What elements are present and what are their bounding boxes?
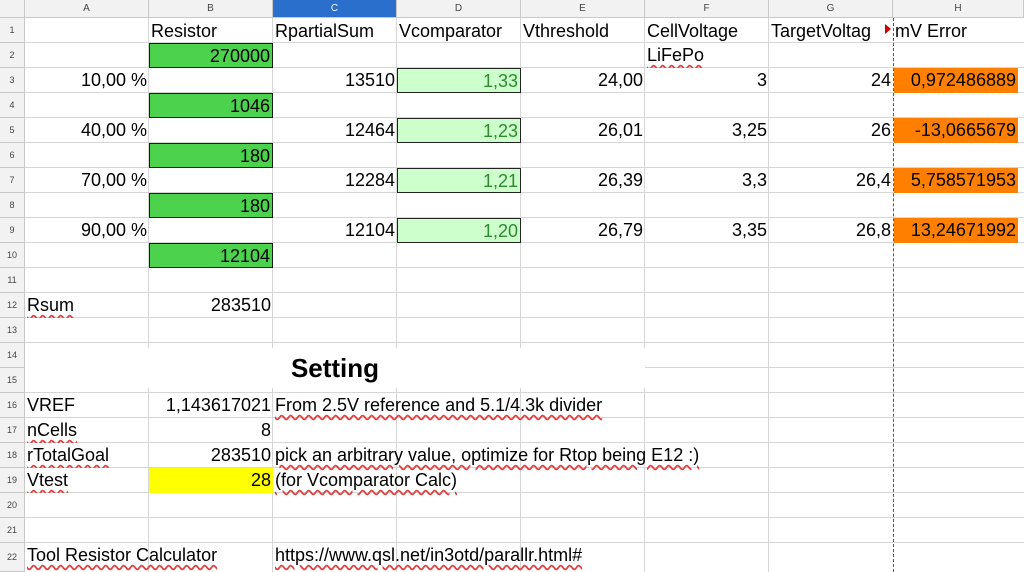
cell-c1[interactable]: RpartialSum bbox=[273, 19, 397, 43]
cell-e1[interactable]: Vthreshold bbox=[521, 19, 645, 43]
cell-f5[interactable]: 3,25 bbox=[645, 118, 769, 143]
cell-e3[interactable]: 24,00 bbox=[521, 68, 645, 93]
cell-e5[interactable]: 26,01 bbox=[521, 118, 645, 143]
row-header-6[interactable]: 6 bbox=[0, 143, 25, 168]
cell-b6[interactable]: 180 bbox=[149, 143, 273, 168]
cell-g1[interactable]: TargetVoltag bbox=[769, 19, 893, 43]
cell-a18[interactable]: rTotalGoal bbox=[27, 445, 109, 465]
row-header-8[interactable]: 8 bbox=[0, 193, 25, 218]
cell-b4[interactable]: 1046 bbox=[149, 93, 273, 118]
row-header-18[interactable]: 18 bbox=[0, 443, 25, 468]
row-header-9[interactable]: 9 bbox=[0, 218, 25, 243]
cell-b17[interactable]: 8 bbox=[149, 418, 273, 443]
row-header-2[interactable]: 2 bbox=[0, 43, 25, 68]
cell-b2[interactable]: 270000 bbox=[149, 43, 273, 68]
cell-d3[interactable]: 1,33 bbox=[397, 68, 521, 93]
cell-f7[interactable]: 3,3 bbox=[645, 168, 769, 193]
column-header-d[interactable]: D bbox=[397, 0, 521, 18]
setting-title[interactable]: Setting bbox=[25, 348, 645, 388]
cell-g3[interactable]: 24 bbox=[769, 68, 893, 93]
cell-a12[interactable]: Rsum bbox=[27, 295, 74, 315]
cell-b19[interactable]: 28 bbox=[149, 468, 273, 493]
row-header-4[interactable]: 4 bbox=[0, 93, 25, 118]
cell-d9[interactable]: 1,20 bbox=[397, 218, 521, 243]
row-header-11[interactable]: 11 bbox=[0, 268, 25, 293]
overflow-arrow-icon bbox=[885, 24, 891, 34]
cell-g5[interactable]: 26 bbox=[769, 118, 893, 143]
cell-h7[interactable]: 5,758571953 bbox=[894, 168, 1018, 193]
row-header-7[interactable]: 7 bbox=[0, 168, 25, 193]
cell-b8[interactable]: 180 bbox=[149, 193, 273, 218]
column-header-h[interactable]: H bbox=[893, 0, 1024, 18]
cell-h3[interactable]: 0,972486889 bbox=[894, 68, 1018, 93]
cell-b18[interactable]: 283510 bbox=[149, 443, 273, 468]
column-header-a[interactable]: A bbox=[25, 0, 149, 18]
cell-f9[interactable]: 3,35 bbox=[645, 218, 769, 243]
cell-e7[interactable]: 26,39 bbox=[521, 168, 645, 193]
cell-f3[interactable]: 3 bbox=[645, 68, 769, 93]
row-header-12[interactable]: 12 bbox=[0, 293, 25, 318]
cell-b12[interactable]: 283510 bbox=[149, 293, 273, 318]
row-header-5[interactable]: 5 bbox=[0, 118, 25, 143]
column-header-e[interactable]: E bbox=[521, 0, 645, 18]
cell-b10[interactable]: 12104 bbox=[149, 243, 273, 268]
cell-d1[interactable]: Vcomparator bbox=[397, 19, 521, 43]
cell-c22[interactable]: https://www.qsl.net/in3otd/parallr.html# bbox=[275, 545, 582, 565]
row-header-17[interactable]: 17 bbox=[0, 418, 25, 443]
cell-f1[interactable]: CellVoltage bbox=[645, 19, 769, 43]
grid-line bbox=[25, 517, 1024, 518]
cell-c9[interactable]: 12104 bbox=[273, 218, 397, 243]
row-header-13[interactable]: 13 bbox=[0, 318, 25, 343]
row-header-14[interactable]: 14 bbox=[0, 343, 25, 368]
row-header-20[interactable]: 20 bbox=[0, 493, 25, 518]
row-header-16[interactable]: 16 bbox=[0, 393, 25, 418]
cell-a17[interactable]: nCells bbox=[27, 420, 77, 440]
column-header-g[interactable]: G bbox=[769, 0, 893, 18]
grid-line bbox=[768, 18, 769, 572]
cell-g9[interactable]: 26,8 bbox=[769, 218, 893, 243]
cell-c18[interactable]: pick an arbitrary value, optimize for Rt… bbox=[275, 445, 699, 465]
row-header-1[interactable]: 1 bbox=[0, 18, 25, 43]
column-header-c[interactable]: C bbox=[273, 0, 397, 18]
cell-a7[interactable]: 70,00 % bbox=[25, 168, 149, 193]
cell-c7[interactable]: 12284 bbox=[273, 168, 397, 193]
cell-a19[interactable]: Vtest bbox=[27, 470, 68, 490]
cell-a5[interactable]: 40,00 % bbox=[25, 118, 149, 143]
row-header-15[interactable]: 15 bbox=[0, 368, 25, 393]
select-all-corner[interactable] bbox=[0, 0, 25, 18]
cell-e9[interactable]: 26,79 bbox=[521, 218, 645, 243]
cell-c19[interactable]: (for Vcomparator Calc) bbox=[275, 470, 457, 490]
cell-a22[interactable]: Tool Resistor Calculator bbox=[27, 545, 217, 565]
cell-d7[interactable]: 1,21 bbox=[397, 168, 521, 193]
cell-a9[interactable]: 90,00 % bbox=[25, 218, 149, 243]
row-header-22[interactable]: 22 bbox=[0, 543, 25, 572]
cell-a3[interactable]: 10,00 % bbox=[25, 68, 149, 93]
column-header-f[interactable]: F bbox=[645, 0, 769, 18]
column-header-b[interactable]: B bbox=[149, 0, 273, 18]
page-break-line bbox=[893, 18, 894, 572]
grid-line bbox=[25, 342, 1024, 343]
cell-h9[interactable]: 13,24671992 bbox=[894, 218, 1018, 243]
row-header-3[interactable]: 3 bbox=[0, 68, 25, 93]
grid-line bbox=[644, 18, 645, 572]
grid-line bbox=[645, 367, 1024, 368]
cell-c3[interactable]: 13510 bbox=[273, 68, 397, 93]
cell-c5[interactable]: 12464 bbox=[273, 118, 397, 143]
cell-f2[interactable]: LiFePo bbox=[647, 45, 704, 65]
row-header-10[interactable]: 10 bbox=[0, 243, 25, 268]
cell-d5[interactable]: 1,23 bbox=[397, 118, 521, 143]
cell-h1[interactable]: mV Error bbox=[893, 19, 1024, 43]
cell-b16[interactable]: 1,143617021 bbox=[149, 393, 273, 418]
cell-h5[interactable]: -13,0665679 bbox=[894, 118, 1018, 143]
row-header-19[interactable]: 19 bbox=[0, 468, 25, 493]
cell-g7[interactable]: 26,4 bbox=[769, 168, 893, 193]
row-header-21[interactable]: 21 bbox=[0, 518, 25, 543]
cell-b1[interactable]: Resistor bbox=[149, 19, 273, 43]
cell-c16[interactable]: From 2.5V reference and 5.1/4.3k divider bbox=[275, 395, 602, 415]
cell-a16[interactable]: VREF bbox=[25, 393, 149, 418]
